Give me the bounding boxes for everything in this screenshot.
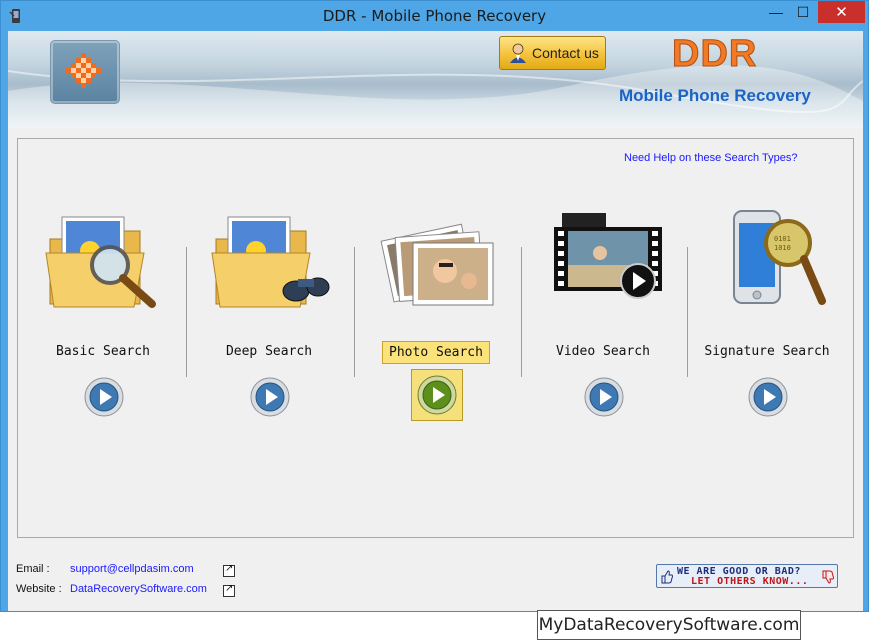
option-label: Video Search bbox=[556, 344, 650, 359]
option-video-search[interactable]: Video Search bbox=[518, 209, 688, 439]
app-window: DDR - Mobile Phone Recovery — ☐ ✕ Contac… bbox=[0, 0, 869, 612]
maximize-button[interactable]: ☐ bbox=[791, 1, 815, 23]
contact-us-label: Contact us bbox=[532, 45, 599, 61]
window-title: DDR - Mobile Phone Recovery bbox=[322, 7, 547, 25]
option-label: Basic Search bbox=[56, 344, 150, 359]
client-area: Contact us DDR Mobile Phone Recovery Nee… bbox=[8, 31, 863, 611]
option-label: Signature Search bbox=[704, 344, 830, 359]
play-button-photo[interactable] bbox=[411, 369, 463, 421]
play-button-deep[interactable] bbox=[248, 375, 292, 419]
play-button-basic[interactable] bbox=[82, 375, 126, 419]
play-icon bbox=[250, 377, 290, 417]
folder-magnifier-icon bbox=[45, 216, 156, 308]
svg-text:0101: 0101 bbox=[774, 235, 791, 243]
option-label: Deep Search bbox=[225, 344, 313, 359]
email-link[interactable]: support@cellpdasim.com bbox=[70, 563, 194, 575]
option-photo-search[interactable]: Photo Search bbox=[351, 209, 521, 439]
photos-stack-icon bbox=[380, 223, 494, 306]
brand-subtitle: Mobile Phone Recovery bbox=[619, 86, 811, 105]
search-type-panel: Need Help on these Search Types? Basic S… bbox=[17, 138, 854, 538]
option-label: Photo Search bbox=[351, 341, 521, 364]
option-basic-search[interactable]: Basic Search bbox=[18, 209, 188, 439]
close-button[interactable]: ✕ bbox=[818, 1, 865, 23]
svg-text:1010: 1010 bbox=[774, 244, 791, 252]
minimize-button[interactable]: — bbox=[764, 1, 788, 23]
rate-line-2: LET OTHERS KNOW... bbox=[691, 576, 809, 587]
website-link[interactable]: DataRecoverySoftware.com bbox=[70, 583, 207, 595]
external-link-icon[interactable] bbox=[223, 563, 235, 577]
help-link[interactable]: Need Help on these Search Types? bbox=[624, 152, 797, 164]
website-label: Website : bbox=[16, 583, 62, 595]
option-signature-search[interactable]: 0101 1010 Signature Search bbox=[682, 209, 852, 439]
play-icon bbox=[584, 377, 624, 417]
header-banner: Contact us DDR Mobile Phone Recovery bbox=[8, 31, 863, 128]
contact-us-button[interactable]: Contact us bbox=[499, 36, 606, 70]
thumbs-down-icon bbox=[822, 570, 834, 584]
phone-magnifier-icon: 0101 1010 bbox=[733, 210, 826, 305]
play-button-video[interactable] bbox=[582, 375, 626, 419]
play-button-signature[interactable] bbox=[746, 375, 790, 419]
play-icon bbox=[417, 375, 457, 415]
thumbs-up-icon bbox=[661, 570, 673, 584]
person-icon bbox=[510, 43, 526, 63]
option-deep-search[interactable]: Deep Search bbox=[184, 209, 354, 439]
external-link-icon[interactable] bbox=[223, 583, 235, 597]
title-bar[interactable]: DDR - Mobile Phone Recovery — ☐ ✕ bbox=[1, 1, 868, 31]
watermark-label: MyDataRecoverySoftware.com bbox=[537, 610, 801, 640]
film-strip-icon bbox=[554, 213, 662, 299]
checker-logo-icon bbox=[66, 53, 101, 88]
play-icon bbox=[748, 377, 788, 417]
email-row: Email : support@cellpdasim.com bbox=[16, 563, 194, 575]
folder-binoculars-icon bbox=[211, 216, 330, 308]
website-row: Website : DataRecoverySoftware.com bbox=[16, 583, 207, 595]
rate-us-banner[interactable]: WE ARE GOOD OR BAD? LET OTHERS KNOW... bbox=[656, 564, 838, 588]
play-icon bbox=[84, 377, 124, 417]
email-label: Email : bbox=[16, 563, 50, 575]
brand-name: DDR bbox=[671, 33, 758, 76]
app-logo bbox=[50, 40, 120, 104]
